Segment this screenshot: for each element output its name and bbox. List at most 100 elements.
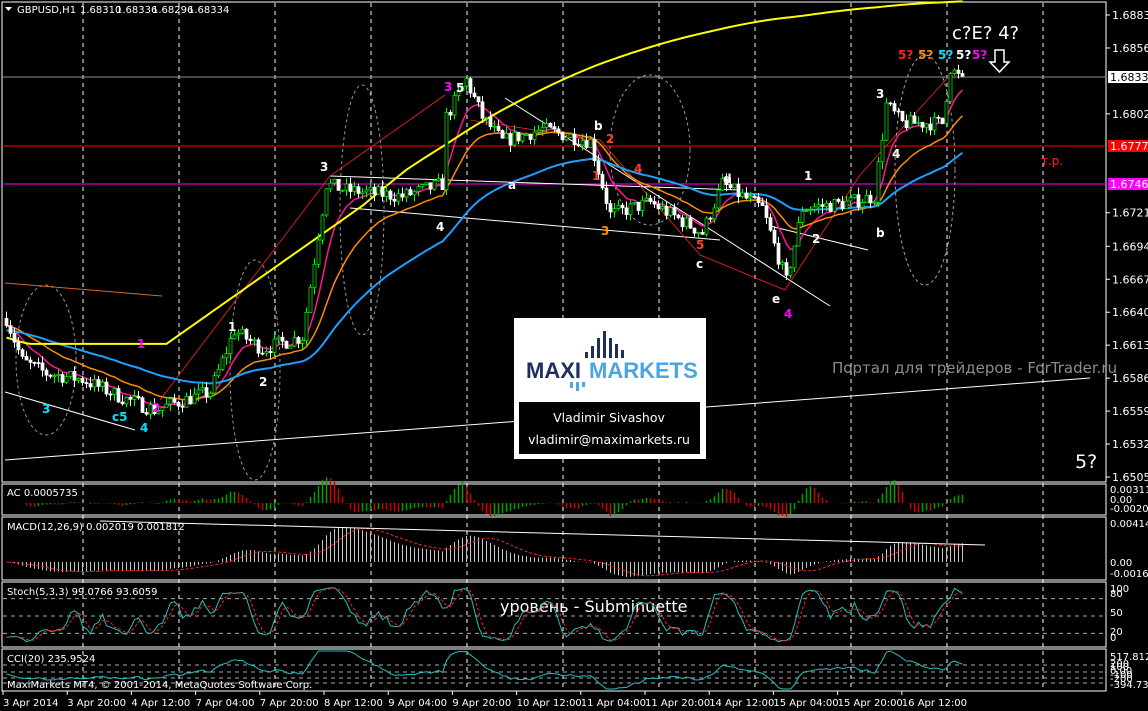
bear-candle — [108, 393, 113, 396]
price-tick-label: 1.65050 — [1112, 471, 1148, 484]
wave-label: 5? — [956, 48, 971, 62]
wave-label: 4 — [634, 162, 642, 176]
price-tick-label: 1.66130 — [1112, 339, 1148, 352]
macd-label: MACD(12,26,9) 0.002019 0.001812 — [7, 522, 185, 533]
logo-markets: MARKETS — [589, 358, 698, 383]
bull-candle — [684, 217, 689, 228]
bear-candle — [956, 69, 961, 74]
bear-candle — [140, 397, 145, 413]
bull-candle — [860, 202, 865, 208]
bear-candle — [472, 92, 477, 98]
magenta-level-value: 1.67460 — [1110, 178, 1148, 191]
time-tick-label: 7 Apr 20:00 — [260, 698, 319, 709]
ma-long-line — [6, 0, 963, 345]
bull-candle — [52, 375, 57, 378]
author-name: Vladimir Sivashov — [553, 410, 665, 425]
bull-candle — [68, 370, 73, 377]
wave-label: 2 — [606, 132, 614, 146]
bull-candle — [492, 125, 497, 128]
bull-candle — [944, 101, 949, 124]
stoch-axis-label: 0 — [1110, 633, 1116, 644]
bull-candle — [364, 189, 369, 193]
wave-label: 3 — [42, 402, 50, 416]
bear-candle — [868, 194, 873, 204]
bull-candle — [524, 133, 529, 136]
bear-candle — [408, 189, 413, 196]
bear-candle — [700, 231, 705, 235]
bull-candle — [824, 202, 829, 207]
chart-canvas[interactable]: 3c542112343 5ab21 435cde412 b345? 5? 5? 5? 5? G… — [0, 0, 1148, 711]
bear-candle — [652, 201, 657, 205]
bull-candle — [384, 190, 389, 197]
price-tick-label: 1.68835 — [1112, 9, 1148, 22]
bull-candle — [208, 392, 213, 397]
time-axis[interactable]: 3 Apr 2014 3 Apr 20:00 4 Apr 12:00 7 Apr 04… — [2, 691, 967, 709]
bull-candle — [876, 161, 881, 203]
bull-candle — [312, 263, 317, 288]
bull-candle — [216, 369, 221, 377]
wave-label: 4 — [436, 220, 444, 234]
bull-candle — [544, 123, 549, 128]
dropdown-triangle-icon[interactable] — [5, 7, 12, 11]
bear-candle — [428, 182, 433, 190]
time-tick-label: 3 Apr 2014 — [3, 698, 58, 709]
ohlc-close: 1.68334 — [188, 5, 229, 16]
price-tick-label: 1.66400 — [1112, 306, 1148, 319]
bull-candle — [704, 217, 709, 235]
bear-candle — [32, 362, 37, 364]
bull-candle — [612, 208, 617, 213]
bull-candle — [328, 182, 333, 190]
down-arrow-icon — [988, 49, 1011, 74]
bear-candle — [752, 196, 757, 198]
bear-candle — [256, 339, 261, 354]
bear-candle — [128, 396, 133, 400]
bull-candle — [464, 78, 469, 87]
wave-label: 1 — [804, 169, 812, 183]
bear-candle — [480, 101, 485, 119]
bear-candle — [280, 336, 285, 342]
copyright-text: MaxiMarkets MT4, © 2001-2014, MetaQuotes… — [7, 680, 312, 691]
stoch-axis-label: 80 — [1110, 589, 1123, 600]
bull-candle — [224, 353, 229, 359]
bear-candle — [896, 110, 901, 113]
bear-candle — [20, 349, 25, 357]
bear-candle — [12, 332, 17, 343]
bull-candle — [228, 338, 233, 354]
bear-candle — [648, 197, 653, 202]
bull-candle — [568, 133, 573, 138]
bear-candle — [448, 112, 453, 116]
price-tick-label: 1.65320 — [1112, 438, 1148, 451]
ema-slow-line — [6, 152, 964, 385]
time-tick-label: 11 Apr 04:00 — [581, 698, 646, 709]
author-email[interactable]: vladimir@maximarkets.ru — [528, 432, 690, 447]
bear-candle — [40, 362, 45, 371]
bull-candle — [64, 376, 69, 383]
time-tick-label: 3 Apr 20:00 — [67, 698, 126, 709]
price-tick-label: 1.68025 — [1112, 108, 1148, 121]
bear-candle — [688, 217, 693, 229]
bear-candle — [572, 133, 577, 145]
five-question-label: 5? — [1075, 451, 1097, 473]
wave-label: 4 — [784, 307, 792, 321]
bull-candle — [300, 340, 305, 344]
bull-candle — [160, 407, 165, 411]
symbol-label: GBPUSD,H1 — [17, 5, 76, 16]
bull-candle — [324, 188, 329, 216]
bull-candle — [436, 178, 441, 182]
bear-candle — [892, 103, 897, 112]
bear-candle — [120, 401, 125, 405]
bear-candle — [776, 242, 781, 265]
logo-bar — [597, 338, 600, 358]
bull-candle — [788, 267, 793, 276]
bull-candle — [816, 204, 821, 208]
bear-candle — [828, 202, 833, 212]
stoch-label: Stoch(5,3,3) 99.0766 93.6059 — [7, 587, 158, 598]
bull-candle — [872, 201, 877, 204]
bear-candle — [920, 122, 925, 128]
bear-candle — [692, 227, 697, 234]
bull-candle — [748, 196, 753, 199]
bear-candle — [764, 205, 769, 219]
bull-candle — [232, 334, 237, 340]
bear-candle — [656, 203, 661, 210]
bear-candle — [496, 125, 501, 131]
